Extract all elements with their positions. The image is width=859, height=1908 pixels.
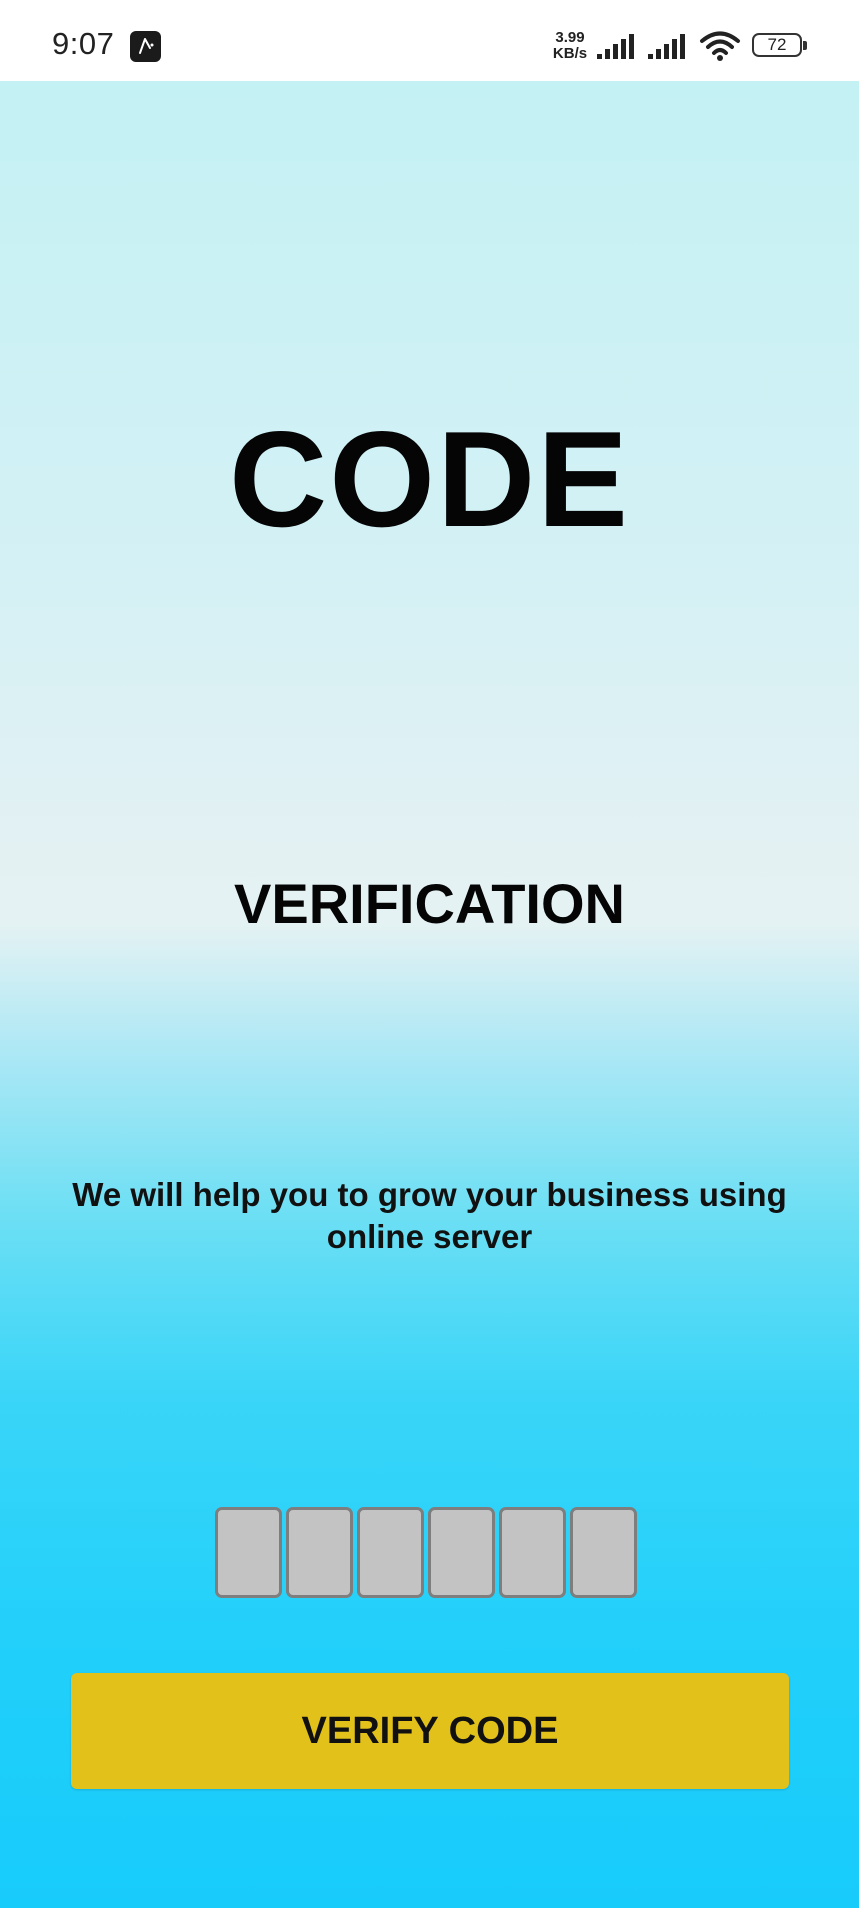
network-speed-unit: KB/s bbox=[552, 45, 588, 62]
signal-icon bbox=[648, 34, 685, 59]
network-speed-value: 3.99 bbox=[555, 29, 585, 46]
network-speed: 3.99 KB/s bbox=[550, 30, 590, 62]
status-bar: 9:07 3.99 KB/s 72 bbox=[0, 0, 859, 81]
wifi-icon bbox=[700, 31, 740, 61]
otp-input-group bbox=[215, 1507, 637, 1602]
otp-digit-5[interactable] bbox=[499, 1507, 566, 1598]
page-subtitle: VERIFICATION bbox=[234, 872, 625, 935]
verify-code-button[interactable]: VERIFY CODE bbox=[71, 1673, 789, 1789]
otp-digit-1[interactable] bbox=[215, 1507, 282, 1598]
battery-icon: 72 bbox=[752, 33, 802, 57]
otp-digit-4[interactable] bbox=[428, 1507, 495, 1598]
tagline-text: We will help you to grow your business u… bbox=[72, 1176, 787, 1255]
page-title: CODE bbox=[229, 403, 630, 555]
app-notification-icon bbox=[130, 31, 161, 62]
status-time: 9:07 bbox=[52, 26, 115, 61]
otp-digit-3[interactable] bbox=[357, 1507, 424, 1598]
verification-screen: CODE VERIFICATION We will help you to gr… bbox=[0, 81, 859, 1908]
battery-tip bbox=[803, 41, 807, 50]
battery-level: 72 bbox=[767, 35, 787, 54]
otp-digit-6[interactable] bbox=[570, 1507, 637, 1598]
otp-digit-2[interactable] bbox=[286, 1507, 353, 1598]
signal-icon bbox=[597, 34, 634, 59]
